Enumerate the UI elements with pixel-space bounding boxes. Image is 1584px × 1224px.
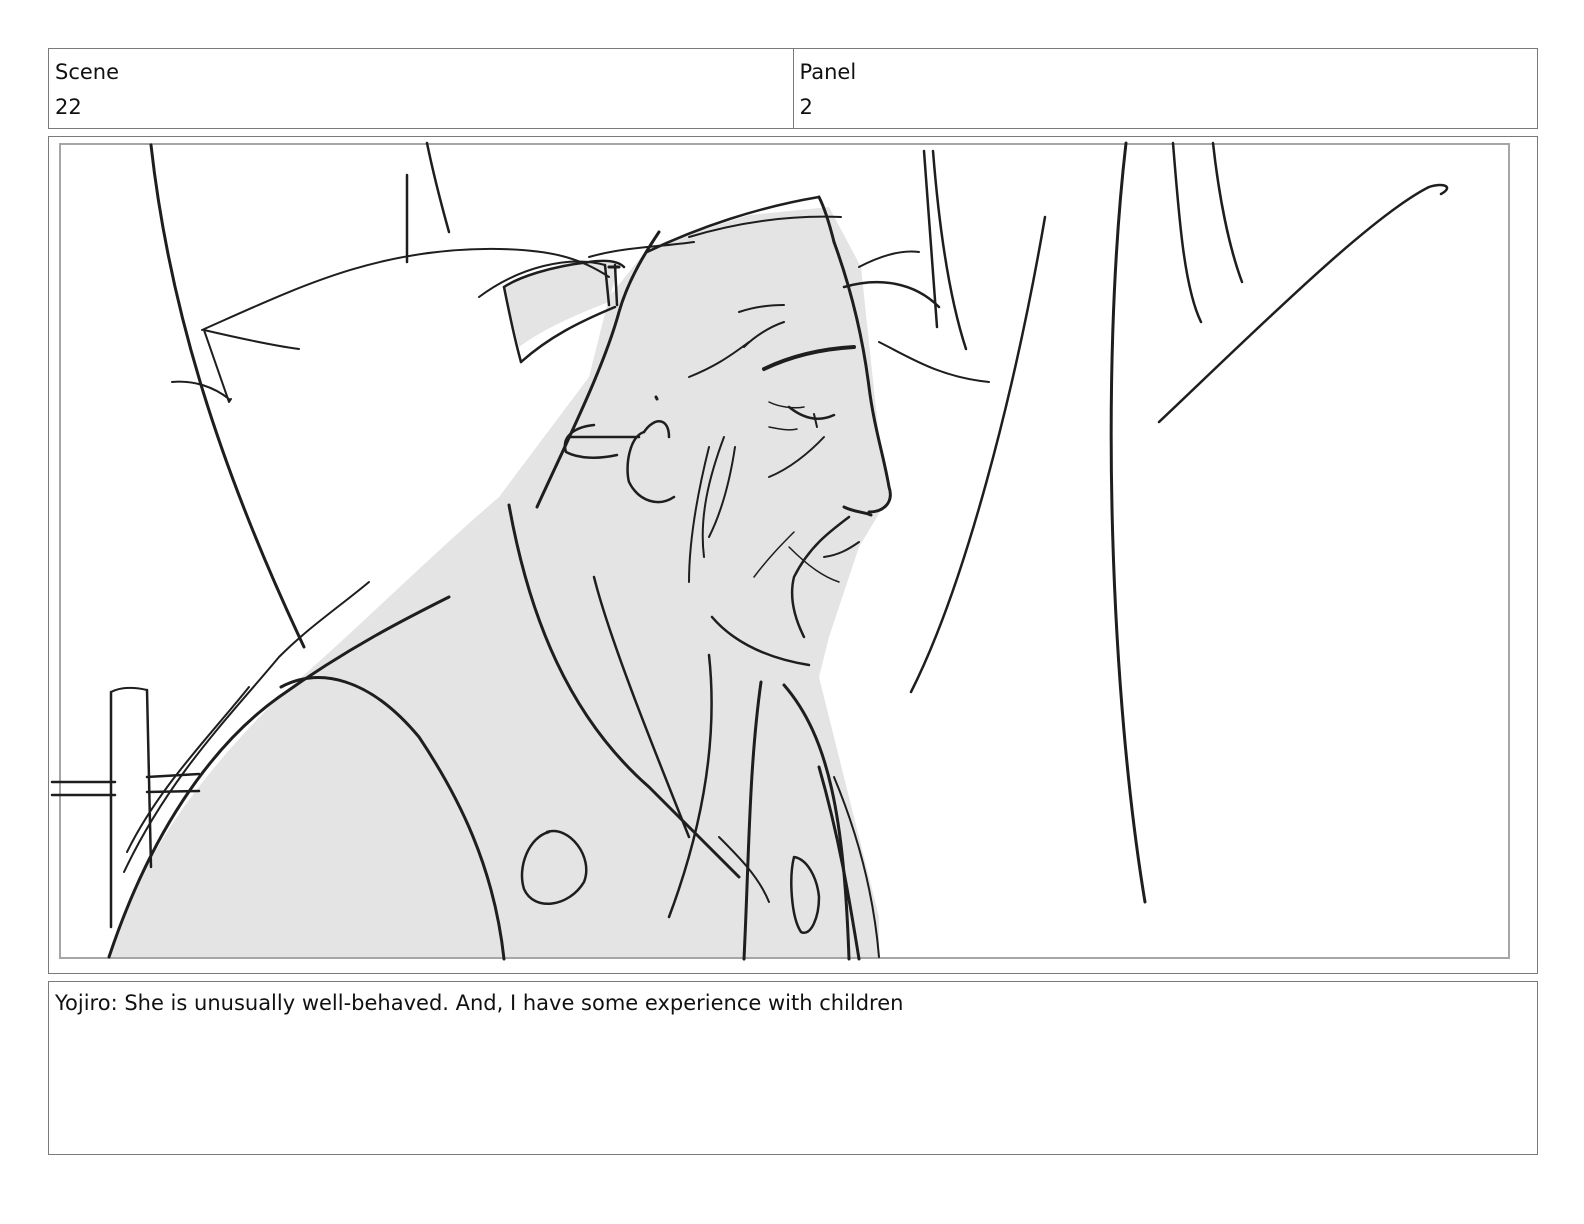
roof-line xyxy=(203,329,300,350)
panel-cell: Panel 2 xyxy=(792,49,1538,128)
dialogue-caption: Yojiro: She is unusually well-behaved. A… xyxy=(48,981,1538,1155)
tree-line xyxy=(1157,183,1449,424)
tree-line xyxy=(1211,141,1244,284)
storyboard-frame xyxy=(48,136,1538,974)
dialogue-text: Yojiro: She is unusually well-behaved. A… xyxy=(55,991,904,1015)
eyebrow-tuft xyxy=(858,250,920,268)
tree-line xyxy=(931,149,968,351)
roof-line xyxy=(171,380,230,400)
sketch-drawing xyxy=(50,141,1510,961)
fence-post xyxy=(110,686,148,693)
eyebrow-tuft xyxy=(878,341,990,383)
panel-label: Panel xyxy=(799,60,857,84)
tree-line xyxy=(1109,141,1147,904)
tree-line xyxy=(909,215,1047,694)
scene-cell: Scene 22 xyxy=(49,49,793,128)
fence-rail xyxy=(145,789,201,794)
fence-post xyxy=(145,688,153,869)
scene-label: Scene xyxy=(55,60,120,84)
scene-number: 22 xyxy=(55,95,82,119)
storyboard-header: Scene 22 Panel 2 xyxy=(48,48,1538,129)
panel-number: 2 xyxy=(799,95,813,119)
fence-rail xyxy=(145,772,201,779)
ear-dot xyxy=(654,395,659,401)
tree-line xyxy=(1171,141,1203,324)
tree-line xyxy=(425,141,451,234)
